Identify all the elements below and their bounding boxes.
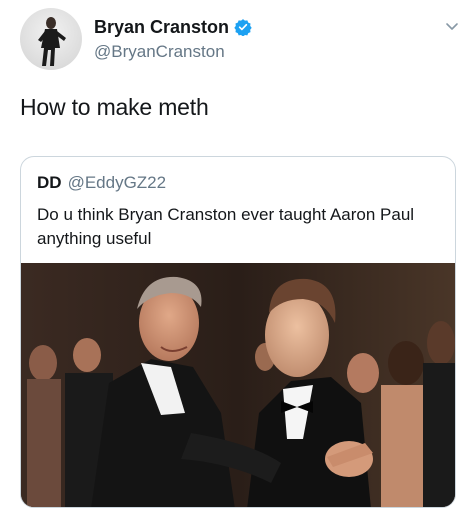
display-name-row: Bryan Cranston	[94, 16, 252, 38]
quoted-tweet-card[interactable]: DD @EddyGZ22 Do u think Bryan Cranston e…	[20, 156, 456, 508]
quoted-tweet-header: DD @EddyGZ22	[37, 173, 166, 193]
quoted-author-display-name: DD	[37, 173, 62, 192]
avatar[interactable]	[20, 8, 82, 70]
author-display-name[interactable]: Bryan Cranston	[94, 17, 229, 38]
quoted-tweet-text: Do u think Bryan Cranston ever taught Aa…	[37, 205, 415, 248]
tweet-text: How to make meth	[20, 94, 209, 120]
author-handle[interactable]: @BryanCranston	[94, 42, 252, 62]
tweet-header: Bryan Cranston @BryanCranston	[20, 8, 460, 70]
photo[interactable]	[21, 263, 455, 507]
quoted-author-handle: @EddyGZ22	[67, 173, 167, 192]
author-block: Bryan Cranston @BryanCranston	[94, 16, 252, 62]
photo-image	[21, 263, 455, 507]
avatar-image	[38, 17, 66, 66]
chevron-down-icon[interactable]	[444, 18, 460, 34]
verified-badge-icon	[234, 19, 252, 36]
